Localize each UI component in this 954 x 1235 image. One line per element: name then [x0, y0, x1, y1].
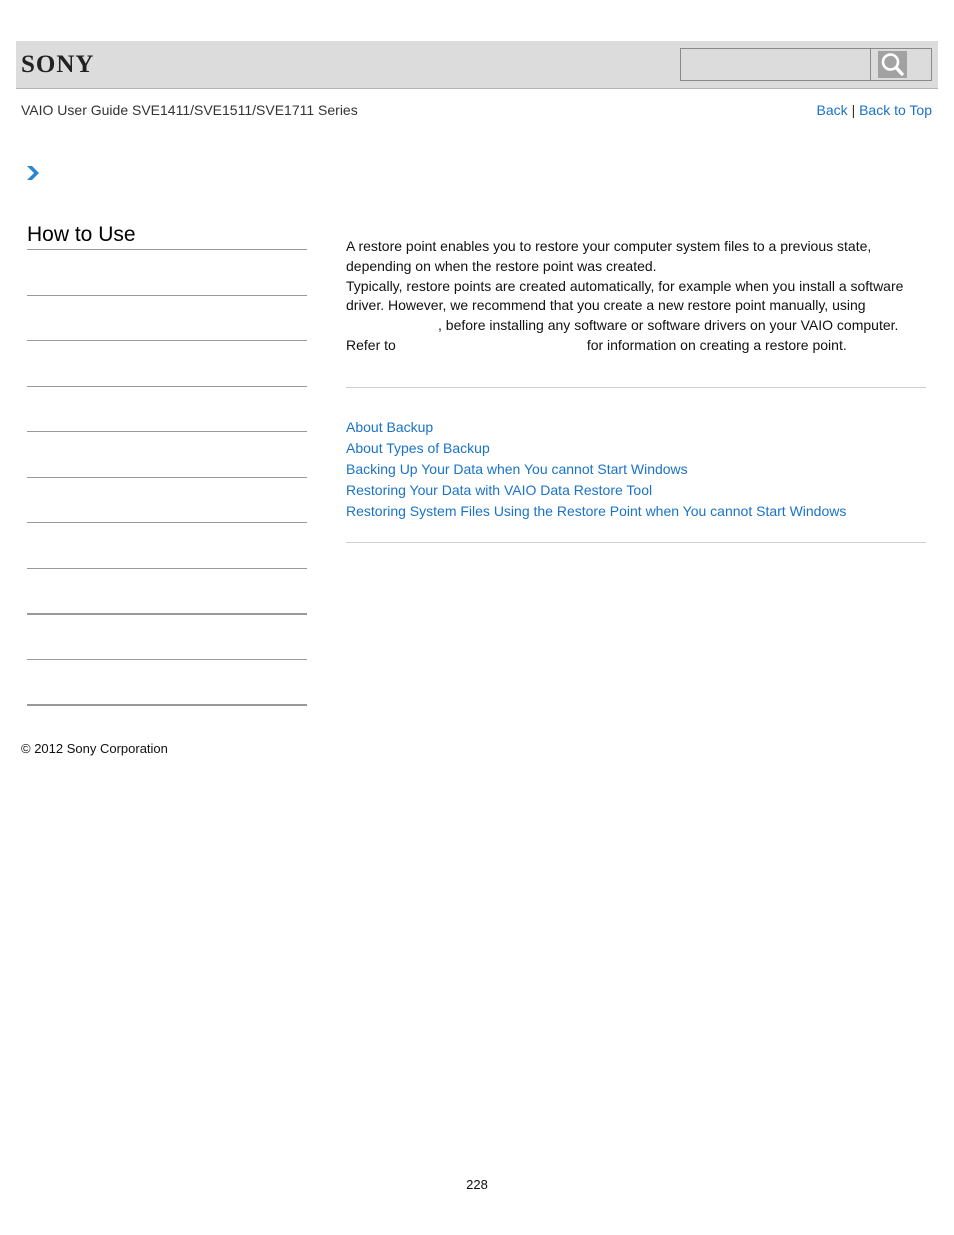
article-body: A restore point enables you to restore y… — [346, 237, 926, 356]
divider-bottom — [346, 542, 926, 543]
sidebar-item-5[interactable] — [27, 522, 307, 523]
copyright: © 2012 Sony Corporation — [21, 741, 168, 756]
sidebar-item-9[interactable] — [27, 704, 307, 706]
sidebar-item-2[interactable] — [27, 386, 307, 387]
refer-to-text: Refer to — [346, 336, 396, 353]
divider-top — [346, 387, 926, 388]
sidebar-title: How to Use — [27, 223, 136, 246]
refer-tail-text: for information on creating a restore po… — [586, 336, 847, 353]
guide-title: VAIO User Guide SVE1411/SVE1511/SVE1711 … — [21, 102, 358, 118]
link-restoring-data[interactable]: Restoring Your Data with VAIO Data Resto… — [346, 480, 846, 501]
search-button[interactable] — [878, 51, 907, 78]
paragraph-recommendation-tail: , before installing any software or soft… — [438, 317, 899, 334]
nav-separator: | — [851, 102, 856, 118]
back-link[interactable]: Back — [817, 102, 848, 118]
paragraph-recommendation-text: Typically, restore points are created au… — [346, 277, 904, 314]
header-bar: SONY — [16, 41, 938, 89]
sidebar-item-7[interactable] — [27, 613, 307, 615]
sidebar-item-3[interactable] — [27, 431, 307, 432]
sidebar-item-0[interactable] — [27, 295, 307, 296]
back-to-top-link[interactable]: Back to Top — [859, 102, 932, 118]
page-number: 228 — [466, 1177, 488, 1192]
paragraph-intro: A restore point enables you to restore y… — [346, 238, 872, 274]
link-about-types-of-backup[interactable]: About Types of Backup — [346, 438, 846, 459]
related-links: About Backup About Types of Backup Backi… — [346, 417, 846, 522]
link-restoring-system-files[interactable]: Restoring System Files Using the Restore… — [346, 501, 846, 522]
link-about-backup[interactable]: About Backup — [346, 417, 846, 438]
sony-logo: SONY — [21, 51, 95, 78]
search-input[interactable] — [681, 49, 871, 80]
search-box — [680, 48, 932, 81]
sidebar-item-8[interactable] — [27, 659, 307, 660]
sidebar-item-1[interactable] — [27, 340, 307, 341]
paragraph-refer: Refer to for information on creating a re… — [346, 336, 926, 356]
search-icon — [881, 53, 904, 76]
link-backing-up-data[interactable]: Backing Up Your Data when You cannot Sta… — [346, 459, 846, 480]
chevron-right-icon[interactable] — [26, 165, 40, 181]
sidebar-item-4[interactable] — [27, 477, 307, 478]
sidebar-item-6[interactable] — [27, 568, 307, 569]
paragraph-recommendation: Typically, restore points are created au… — [346, 277, 926, 336]
sidebar-divider — [27, 249, 307, 250]
top-navigation: Back | Back to Top — [817, 102, 932, 118]
